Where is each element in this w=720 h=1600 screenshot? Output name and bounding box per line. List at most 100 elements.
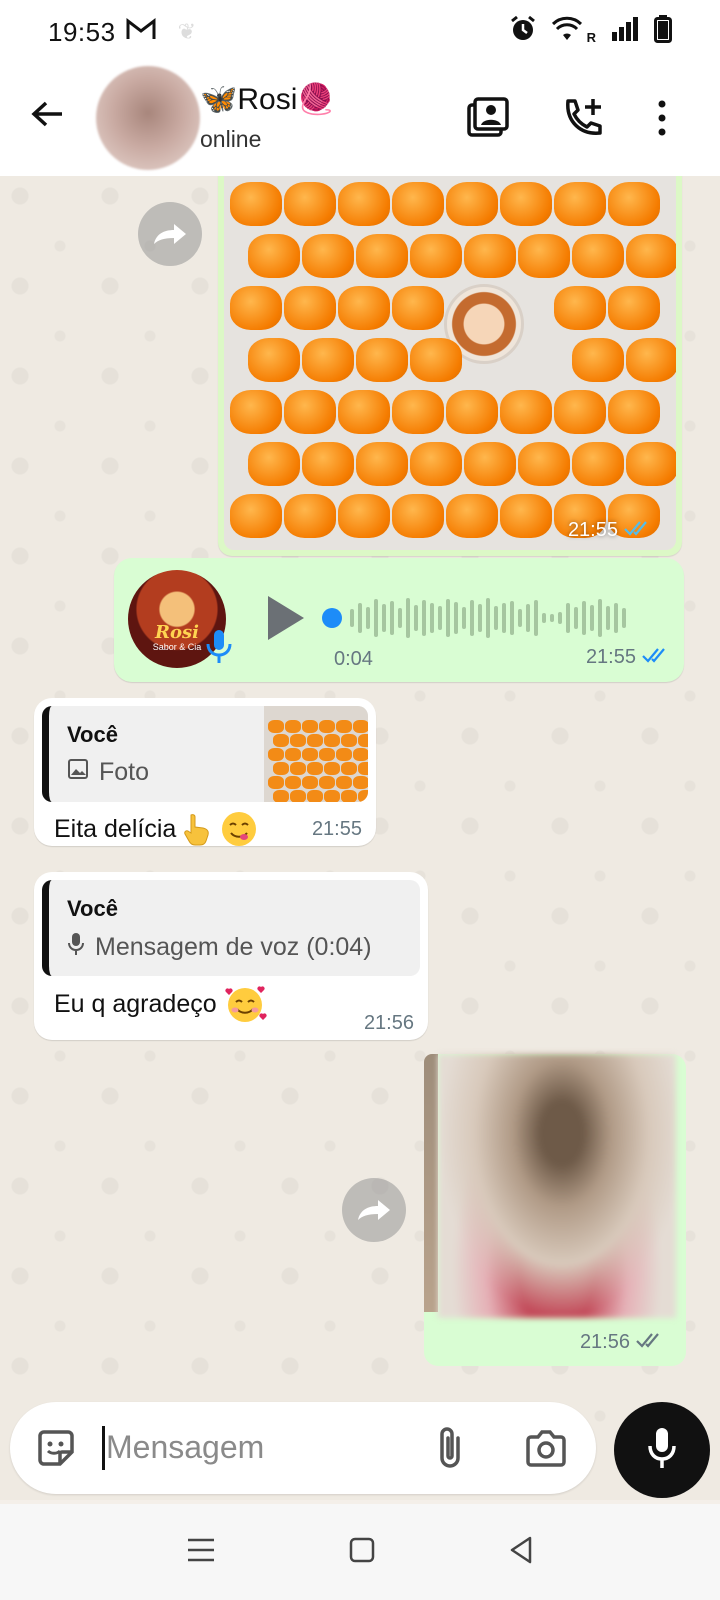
back-nav-icon[interactable] xyxy=(508,1536,534,1569)
waveform-bar xyxy=(510,601,514,635)
signal-icon xyxy=(610,16,640,49)
contact-name[interactable]: 🦋Rosi🧶 xyxy=(200,82,335,117)
message-input[interactable]: Mensagem xyxy=(106,1429,264,1466)
video-call-icon[interactable] xyxy=(466,96,510,145)
battery-icon xyxy=(654,14,672,50)
playback-position-dot[interactable] xyxy=(322,608,342,628)
waveform-bar xyxy=(374,599,378,637)
thumbnail-coxinha xyxy=(341,762,357,775)
waveform-bar xyxy=(470,600,474,636)
waveform-bar xyxy=(486,598,490,638)
thumbnail-coxinha xyxy=(307,790,323,802)
message-input-box[interactable]: Mensagem xyxy=(10,1402,596,1494)
coxinha xyxy=(572,338,624,382)
contact-status: online xyxy=(200,126,262,152)
coxinha xyxy=(608,390,660,434)
waveform-bar xyxy=(462,607,466,629)
quote-text-row: Foto xyxy=(67,758,149,787)
waveform-bar xyxy=(422,600,426,636)
coxinha xyxy=(410,338,462,382)
waveform-bar xyxy=(350,609,354,627)
voice-record-button[interactable] xyxy=(614,1402,710,1498)
thumbnail-coxinha xyxy=(285,720,301,733)
coxinha xyxy=(338,390,390,434)
thumbnail-coxinha xyxy=(285,748,301,761)
coxinha xyxy=(392,494,444,538)
waveform-bar xyxy=(550,614,554,622)
voice-duration: 0:04 xyxy=(334,648,373,670)
thumbnail-coxinha xyxy=(290,762,306,775)
text-caret xyxy=(102,1426,105,1470)
waveform-bar xyxy=(518,609,522,627)
forward-icon[interactable] xyxy=(138,202,202,266)
yum-face-emoji xyxy=(220,810,258,848)
waveform-bar xyxy=(502,603,506,633)
coxinha xyxy=(572,442,624,486)
add-call-icon[interactable] xyxy=(560,96,604,145)
quoted-voice-message[interactable]: Você Mensagem de voz (0:04) xyxy=(42,880,420,976)
waveform-bar xyxy=(590,605,594,631)
thumbnail-coxinha xyxy=(319,720,335,733)
forward-icon[interactable] xyxy=(342,1178,406,1242)
attach-icon[interactable] xyxy=(434,1424,466,1477)
sticker-icon[interactable] xyxy=(34,1426,78,1475)
back-arrow-icon[interactable] xyxy=(28,94,68,134)
camera-icon[interactable] xyxy=(524,1428,568,1473)
audio-waveform[interactable] xyxy=(322,594,652,642)
more-options-icon[interactable] xyxy=(650,96,674,145)
photo-message-1[interactable]: 21:55 xyxy=(218,176,682,556)
double-check-icon xyxy=(636,1331,666,1354)
thumbnail-coxinha xyxy=(336,720,352,733)
thumbnail-coxinha xyxy=(341,790,357,802)
image-icon xyxy=(67,758,89,787)
photo2-time: 21:56 xyxy=(580,1331,666,1354)
recent-apps-icon[interactable] xyxy=(186,1537,216,1568)
waveform-bar xyxy=(606,606,610,630)
photo-message-2[interactable]: 21:56 xyxy=(424,1054,686,1366)
coxinha xyxy=(626,234,676,278)
coxinha xyxy=(230,390,282,434)
double-check-icon xyxy=(642,646,672,669)
thumbnail-coxinha xyxy=(353,720,368,733)
thumbnail-coxinha xyxy=(290,734,306,747)
chat-area[interactable]: 21:55 Rosi Sabor & Cia 0:04 21:55 Você F… xyxy=(0,176,720,1500)
reply2-time: 21:56 xyxy=(363,1012,414,1034)
voice-time: 21:55 xyxy=(586,646,672,669)
coxinha-photo[interactable] xyxy=(224,176,676,550)
play-icon[interactable] xyxy=(264,592,308,649)
coxinha xyxy=(518,442,570,486)
photo1-time: 21:55 xyxy=(568,519,654,542)
waveform-bar xyxy=(446,599,450,637)
quoted-photo-thumbnail xyxy=(264,706,368,802)
thumbnail-coxinha xyxy=(336,776,352,789)
incoming-message-2[interactable]: Você Mensagem de voz (0:04) Eu q agradeç… xyxy=(34,872,428,1040)
blurred-photo[interactable] xyxy=(438,1054,676,1318)
microphone-icon xyxy=(646,1426,678,1475)
coxinha xyxy=(608,182,660,226)
thumbnail-coxinha xyxy=(307,734,323,747)
coxinha xyxy=(392,182,444,226)
chat-header: 🦋Rosi🧶 online xyxy=(0,64,720,176)
incoming-message-1[interactable]: Você Foto Eita delícia 21:55 xyxy=(34,698,376,846)
photo1-time-text: 21:55 xyxy=(567,519,618,541)
coxinha xyxy=(230,286,282,330)
contact-avatar[interactable] xyxy=(96,66,200,170)
waveform-bar xyxy=(614,603,618,633)
waveform-bar xyxy=(478,604,482,632)
thumbnail-coxinha xyxy=(273,734,289,747)
coxinha xyxy=(500,390,552,434)
voice-message[interactable]: Rosi Sabor & Cia 0:04 21:55 xyxy=(114,558,684,682)
quoted-photo[interactable]: Você Foto xyxy=(42,706,368,802)
thumbnail-coxinha xyxy=(302,720,318,733)
coxinha xyxy=(284,390,336,434)
microphone-icon xyxy=(67,932,85,963)
thumbnail-coxinha xyxy=(290,790,306,802)
system-nav-bar xyxy=(0,1504,720,1600)
home-icon[interactable] xyxy=(349,1537,375,1568)
thumbnail-coxinha xyxy=(268,720,284,733)
quote-text-row: Mensagem de voz (0:04) xyxy=(67,932,372,963)
thumbnail-coxinha xyxy=(324,790,340,802)
coxinha xyxy=(410,234,462,278)
coxinha xyxy=(230,494,282,538)
waveform-bar xyxy=(582,601,586,635)
